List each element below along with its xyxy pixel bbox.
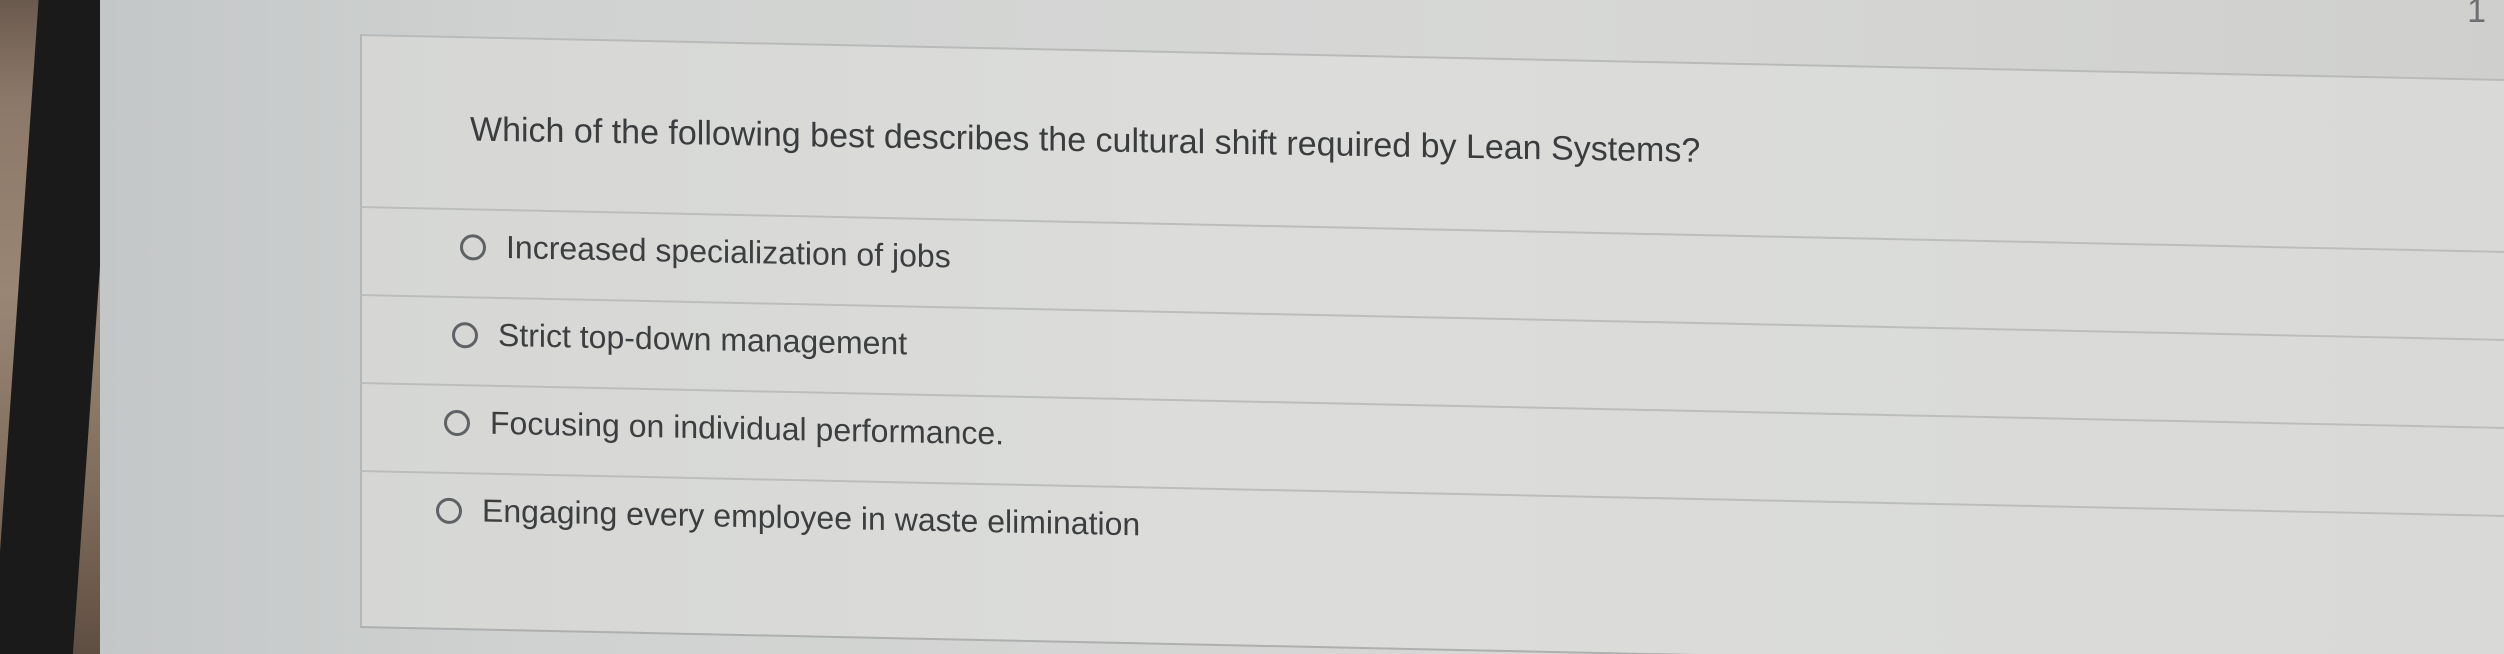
radio-button-icon[interactable]: [452, 321, 478, 348]
option-label: Strict top-down management: [498, 316, 908, 362]
question-text: Which of the following best describes th…: [470, 110, 1701, 170]
option-engaging-every-employee[interactable]: Engaging every employee in waste elimina…: [436, 492, 1140, 544]
question-card: Which of the following best describes th…: [360, 34, 2504, 654]
option-label: Increased specialization of jobs: [506, 229, 951, 275]
option-increased-specialization[interactable]: Increased specialization of jobs: [460, 228, 951, 275]
option-label: Focusing on individual performance.: [490, 404, 1005, 452]
answer-options: Increased specialization of jobs Strict …: [362, 206, 2504, 603]
radio-button-icon[interactable]: [444, 409, 470, 436]
option-label: Engaging every employee in waste elimina…: [482, 492, 1141, 543]
radio-button-icon[interactable]: [436, 497, 462, 524]
option-individual-performance[interactable]: Focusing on individual performance.: [444, 404, 1004, 453]
option-top-down-management[interactable]: Strict top-down management: [452, 316, 907, 363]
page-number: 1: [2467, 0, 2486, 30]
radio-button-icon[interactable]: [460, 233, 486, 261]
